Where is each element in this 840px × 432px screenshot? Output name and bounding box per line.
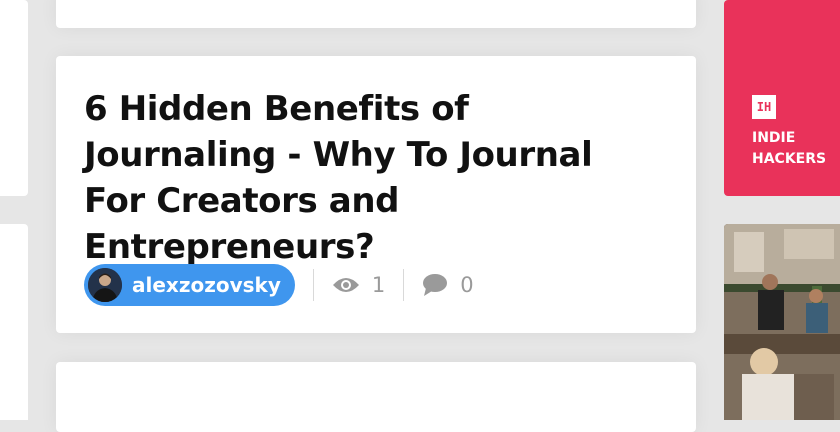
comments-stat[interactable]: 0 xyxy=(422,273,474,297)
speech-bubble-icon xyxy=(423,274,448,296)
left-card-edge-top xyxy=(0,0,28,196)
author-link[interactable]: alexzozovsky xyxy=(84,264,295,306)
comments-count: 0 xyxy=(460,273,474,297)
eye-icon xyxy=(332,278,359,292)
post-card[interactable]: 6 Hidden Benefits of Journaling - Why To… xyxy=(56,56,696,333)
meta-divider-2 xyxy=(403,269,405,301)
next-post-card[interactable] xyxy=(56,362,696,432)
previous-post-card[interactable] xyxy=(56,0,696,28)
author-name: alexzozovsky xyxy=(132,273,281,297)
avatar-image xyxy=(88,268,122,302)
meta-divider xyxy=(312,269,314,301)
indie-hackers-logo: IH xyxy=(752,95,776,119)
brand-line-2: HACKERS xyxy=(752,151,827,167)
post-meta: alexzozovsky 1 0 xyxy=(84,264,474,306)
views-stat: 1 xyxy=(332,273,385,297)
brand-line-1: INDIE xyxy=(752,130,796,146)
views-count: 1 xyxy=(371,273,386,297)
indie-hackers-banner[interactable]: IH INDIE HACKERS xyxy=(724,0,840,196)
indie-hackers-text: INDIE HACKERS xyxy=(752,128,826,170)
promo-photo[interactable] xyxy=(724,224,840,420)
post-title[interactable]: 6 Hidden Benefits of Journaling - Why To… xyxy=(84,86,664,270)
left-card-edge-bottom xyxy=(0,224,28,420)
cafe-photo xyxy=(724,224,840,420)
avatar xyxy=(88,268,122,302)
